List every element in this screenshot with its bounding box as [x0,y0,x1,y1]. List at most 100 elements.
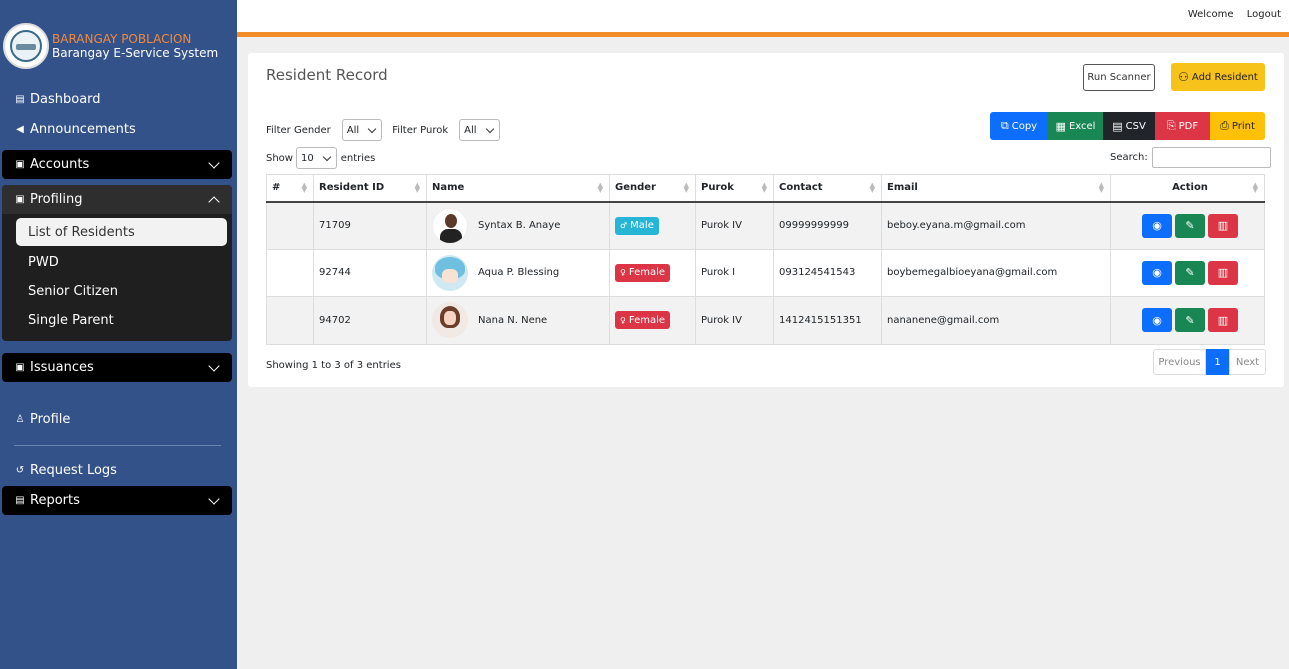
table-row: 71709 Syntax B. Anaye ♂ Male Purok IV 099… [266,201,1265,250]
pencil-icon: ✎ [1185,313,1195,327]
avatar [432,207,468,244]
chevron-down-icon [322,152,331,161]
delete-button[interactable]: ▥ [1208,260,1238,285]
sidebar-item-request-logs[interactable]: ↺ Request Logs [14,463,117,478]
resident-name: Nana N. Nene [478,314,548,326]
sidebar-item-list-of-residents[interactable]: List of Residents [16,218,227,246]
header-label: # [272,182,281,194]
col-resident-id[interactable]: Resident ID ▲ ▼ [313,174,427,203]
chevron-down-icon [208,157,220,169]
sort-icon: ▲ ▼ [683,181,689,194]
sort-icon: ▲ ▼ [301,181,307,194]
edit-button[interactable]: ✎ [1175,213,1205,238]
sidebar-item-announcements[interactable]: ◀ Announcements [14,122,136,137]
view-button[interactable]: ◉ [1142,213,1172,238]
id-card-icon: ▣ [15,362,25,373]
previous-button[interactable]: Previous [1153,349,1206,375]
next-button[interactable]: Next [1229,349,1266,375]
pagination: Previous 1 Next [1153,349,1266,375]
brand-line2: Barangay E-Service System [52,46,219,60]
chevron-up-icon [208,196,220,208]
cell-resident-id: 92744 [313,248,427,297]
pdf-button[interactable]: ⎘ PDF [1155,112,1210,140]
sidebar-group-issuances[interactable]: ▣ Issuances [2,353,232,382]
cell-resident-id: 94702 [313,296,427,345]
search: Search: [1110,147,1271,168]
sidebar-item-profiling[interactable]: ▣ Profiling [2,185,232,214]
excel-button[interactable]: ▦ Excel [1048,112,1103,140]
sidebar-item-label: Accounts [30,157,90,172]
cell-action: ◉ ✎ ▥ [1110,296,1265,345]
resident-record-card: Resident Record Run Scanner ⚇ Add Reside… [248,53,1284,387]
welcome-link[interactable]: Welcome [1188,9,1234,20]
filter-purok-select[interactable]: All [459,119,500,141]
delete-button[interactable]: ▥ [1208,308,1238,333]
col-email[interactable]: Email ▲ ▼ [881,174,1111,203]
sort-icon: ▲ ▼ [597,181,603,194]
sidebar: BARANGAY POBLACION Barangay E-Service Sy… [0,0,237,669]
cell-purok: Purok IV [695,296,774,345]
edit-button[interactable]: ✎ [1175,260,1205,285]
page-length: Show 10 entries [266,147,375,169]
show-label: Show [266,152,293,164]
filter-gender-select[interactable]: All [341,119,383,141]
gender-label: Male [630,220,654,231]
header-label: Gender [615,182,656,194]
cell-name: Syntax B. Anaye [426,201,610,250]
accent-bar [237,32,1289,37]
col-contact[interactable]: Contact ▲ ▼ [773,174,882,203]
add-resident-button[interactable]: ⚇ Add Resident [1171,63,1265,91]
report-icon: ▤ [15,495,25,506]
header-label: Name [432,182,465,194]
cell-gender: ♀ Female [609,296,696,345]
resident-name: Syntax B. Anaye [478,220,561,231]
dashboard-icon: ▤ [15,94,25,105]
page-1-button[interactable]: 1 [1206,349,1229,375]
col-name[interactable]: Name ▲ ▼ [426,174,610,203]
cell-gender: ♂ Male [609,201,696,250]
page-title: Resident Record [266,66,388,84]
header-label: Contact [779,182,823,194]
sidebar-item-senior-citizen[interactable]: Senior Citizen [2,277,232,306]
sidebar-item-dashboard[interactable]: ▤ Dashboard [14,92,100,107]
sidebar-item-single-parent[interactable]: Single Parent [2,306,232,335]
avatar [432,254,468,291]
col-num[interactable]: # ▲ ▼ [266,174,314,203]
female-icon: ♀ [620,268,626,278]
sidebar-group-accounts[interactable]: ▣ Accounts [2,150,232,179]
copy-label: Copy [1011,120,1038,132]
id-card-icon: ▣ [15,194,25,205]
male-icon: ♂ [620,221,628,230]
cell-resident-id: 71709 [313,201,427,250]
filter-purok-value: All [464,124,477,136]
col-gender[interactable]: Gender ▲ ▼ [609,174,696,203]
page-length-value: 10 [300,152,314,164]
cell-purok: Purok I [695,248,774,297]
delete-button[interactable]: ▥ [1208,213,1238,238]
table-row: 94702 Nana N. Nene ♀ Female Purok IV 1412… [266,296,1265,345]
search-input[interactable] [1151,147,1271,168]
cell-purok: Purok IV [695,201,774,250]
col-purok[interactable]: Purok ▲ ▼ [695,174,774,203]
view-button[interactable]: ◉ [1142,308,1172,333]
sidebar-item-label: Announcements [30,122,136,137]
edit-button[interactable]: ✎ [1175,308,1205,333]
sidebar-item-pwd[interactable]: PWD [2,248,232,277]
trash-icon: ▥ [1217,266,1229,280]
cell-contact: 09999999999 [773,201,882,250]
sidebar-group-reports[interactable]: ▤ Reports [2,486,232,515]
csv-button[interactable]: ▤ CSV [1103,112,1155,140]
run-scanner-button[interactable]: Run Scanner [1083,64,1155,91]
cell-name: Aqua P. Blessing [426,248,610,297]
sidebar-item-label: Profile [30,412,71,427]
search-label: Search: [1110,152,1148,163]
view-button[interactable]: ◉ [1142,260,1172,285]
logout-link[interactable]: Logout [1247,9,1281,20]
print-button[interactable]: ⎙ Print [1210,112,1265,140]
gender-badge: ♀ Female [615,311,671,330]
sidebar-item-profile[interactable]: ♙ Profile [14,412,71,427]
page-length-select[interactable]: 10 [295,147,337,169]
cell-email: nananene@gmail.com [881,296,1111,345]
col-action[interactable]: Action ▲ ▼ [1110,174,1265,203]
copy-button[interactable]: ⧉ Copy [990,112,1048,140]
